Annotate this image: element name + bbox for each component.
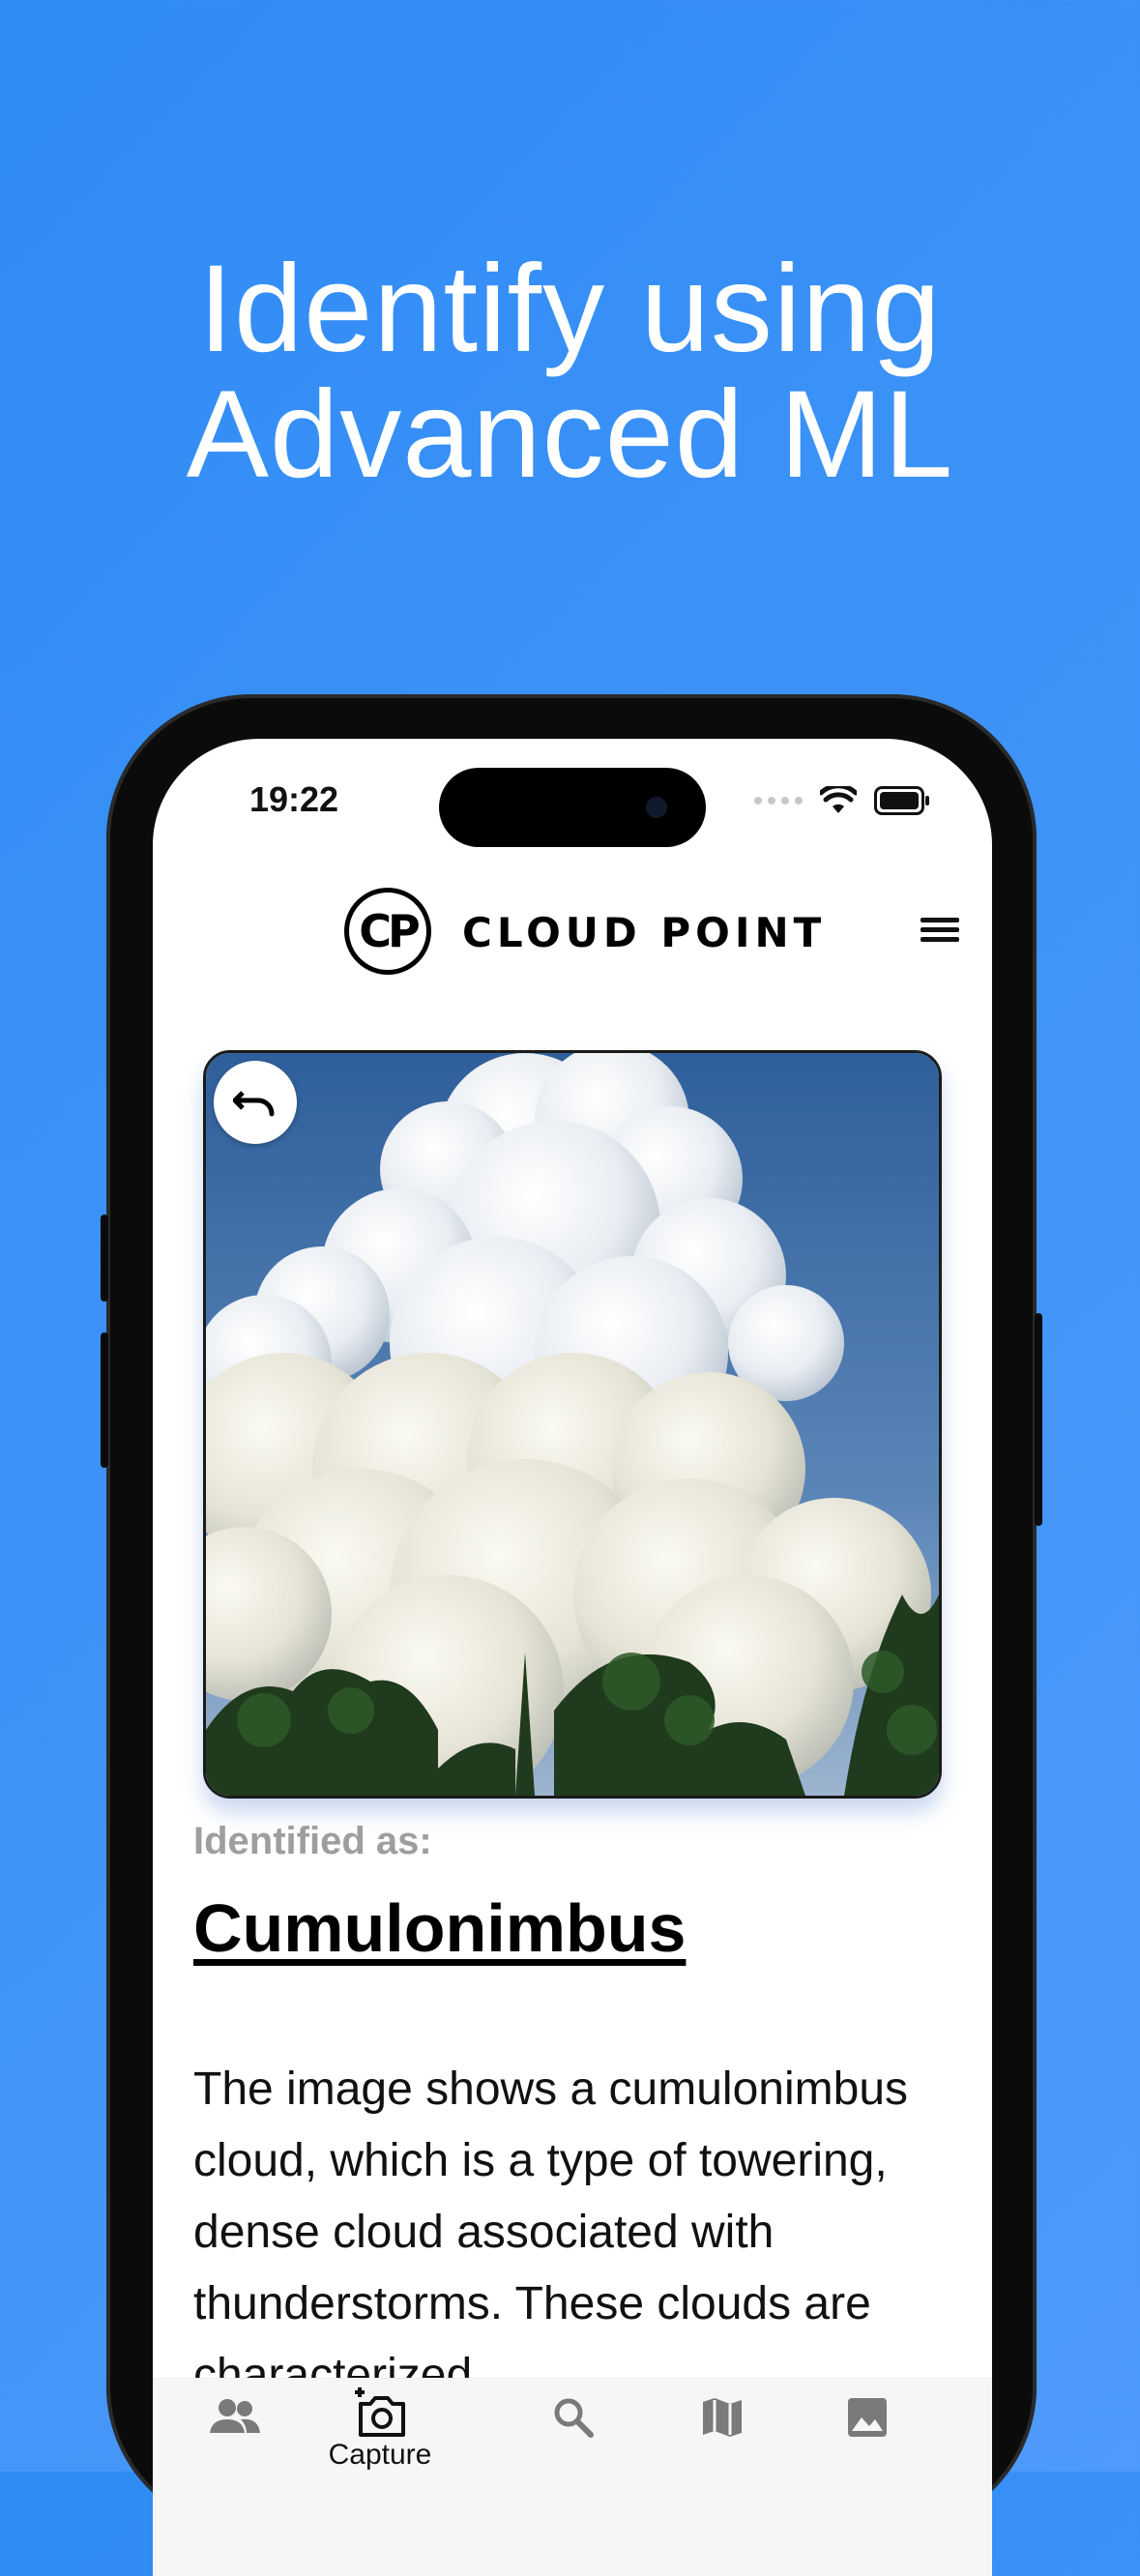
cloud-photo	[203, 1050, 942, 1799]
nav-item-capture[interactable]: Capture	[307, 2385, 453, 2472]
bottom-navigation: Capture	[153, 2378, 992, 2576]
app-bar: CP CLOUD POINT	[153, 874, 992, 1000]
add-camera-icon	[355, 2387, 405, 2437]
nav-item-gallery[interactable]	[795, 2396, 940, 2439]
nav-label-capture: Capture	[328, 2439, 432, 2471]
identified-label: Identified as:	[193, 1820, 432, 1862]
nav-item-search[interactable]	[501, 2396, 646, 2439]
phone-power-button	[1035, 1313, 1042, 1526]
nav-item-people[interactable]	[162, 2396, 307, 2435]
wifi-icon	[820, 786, 857, 813]
phone-volume-button	[101, 1332, 108, 1468]
status-indicators	[754, 781, 929, 820]
dynamic-island	[439, 768, 706, 847]
status-time: 19:22	[249, 779, 339, 819]
undo-button[interactable]	[214, 1061, 297, 1144]
cloud-description: The image shows a cumulonimbus cloud, wh…	[193, 2064, 909, 2401]
logo-icon: CP	[344, 888, 431, 975]
headline-line-2: Advanced ML	[186, 366, 954, 504]
phone-frame: 19:22 CP CLOUD POINT Identified as: Cumu…	[101, 694, 1042, 2576]
cloud-image	[206, 1053, 939, 1796]
nav-item-map[interactable]	[650, 2396, 795, 2439]
image-icon	[848, 2398, 887, 2437]
phone-side-button	[101, 1215, 108, 1302]
battery-icon	[874, 786, 929, 815]
undo-icon	[233, 1091, 275, 1117]
search-icon	[554, 2398, 594, 2438]
cloud-type-title: Cumulonimbus	[193, 1890, 687, 1966]
menu-icon[interactable]	[917, 913, 963, 951]
promo-headline: Identify using Advanced ML	[0, 247, 1140, 498]
signal-icon	[754, 797, 803, 805]
app-title: CLOUD POINT	[462, 909, 827, 956]
phone-screen: 19:22 CP CLOUD POINT Identified as: Cumu…	[153, 739, 992, 2576]
map-icon	[703, 2398, 742, 2437]
headline-line-1: Identify using	[198, 240, 942, 378]
people-icon	[210, 2399, 260, 2433]
